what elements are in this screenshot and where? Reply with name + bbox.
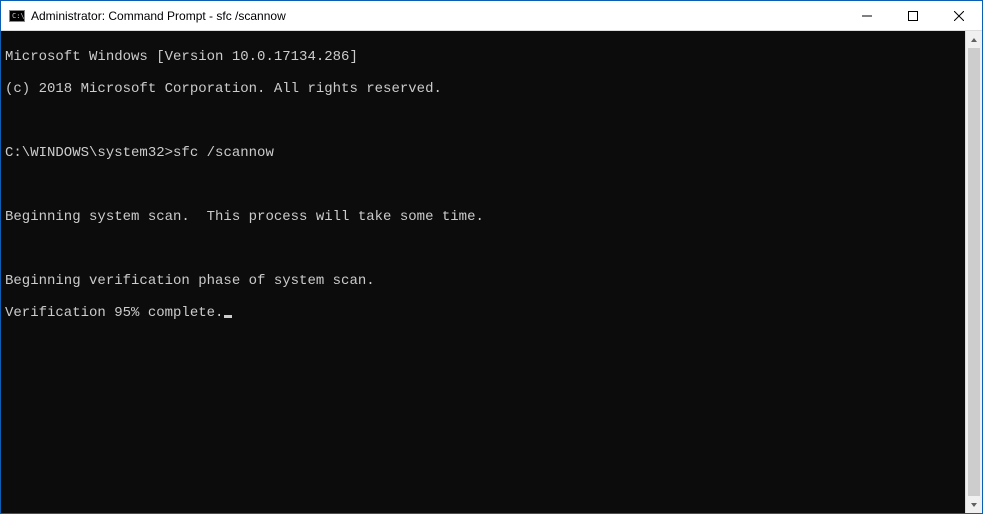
console-progress-line: Verification 95% complete. bbox=[5, 305, 961, 321]
chevron-up-icon bbox=[970, 36, 978, 44]
console-blank-line bbox=[5, 113, 961, 129]
console-prompt-line: C:\WINDOWS\system32>sfc /scannow bbox=[5, 145, 961, 161]
command-prompt-window: C:\ Administrator: Command Prompt - sfc … bbox=[0, 0, 983, 514]
window-title: Administrator: Command Prompt - sfc /sca… bbox=[31, 9, 286, 23]
titlebar[interactable]: C:\ Administrator: Command Prompt - sfc … bbox=[1, 1, 982, 31]
progress-text: Verification 95% complete. bbox=[5, 305, 223, 321]
console-line: Beginning system scan. This process will… bbox=[5, 209, 961, 225]
close-button[interactable] bbox=[936, 1, 982, 31]
minimize-button[interactable] bbox=[844, 1, 890, 31]
prompt-path: C:\WINDOWS\system32> bbox=[5, 145, 173, 161]
console-blank-line bbox=[5, 177, 961, 193]
cmd-icon: C:\ bbox=[9, 8, 25, 24]
maximize-icon bbox=[908, 11, 918, 21]
scroll-up-button[interactable] bbox=[966, 31, 982, 48]
vertical-scrollbar[interactable] bbox=[965, 31, 982, 513]
scroll-track[interactable] bbox=[966, 48, 982, 496]
scroll-down-button[interactable] bbox=[966, 496, 982, 513]
entered-command: sfc /scannow bbox=[173, 145, 274, 161]
maximize-button[interactable] bbox=[890, 1, 936, 31]
minimize-icon bbox=[862, 11, 872, 21]
console-line: Microsoft Windows [Version 10.0.17134.28… bbox=[5, 49, 961, 65]
console-line: Beginning verification phase of system s… bbox=[5, 273, 961, 289]
scroll-thumb[interactable] bbox=[968, 48, 980, 496]
client-area: Microsoft Windows [Version 10.0.17134.28… bbox=[1, 31, 982, 513]
console-output[interactable]: Microsoft Windows [Version 10.0.17134.28… bbox=[1, 31, 965, 513]
console-line: (c) 2018 Microsoft Corporation. All righ… bbox=[5, 81, 961, 97]
close-icon bbox=[954, 11, 964, 21]
chevron-down-icon bbox=[970, 501, 978, 509]
console-blank-line bbox=[5, 241, 961, 257]
svg-text:C:\: C:\ bbox=[12, 12, 25, 20]
text-cursor bbox=[224, 315, 232, 318]
